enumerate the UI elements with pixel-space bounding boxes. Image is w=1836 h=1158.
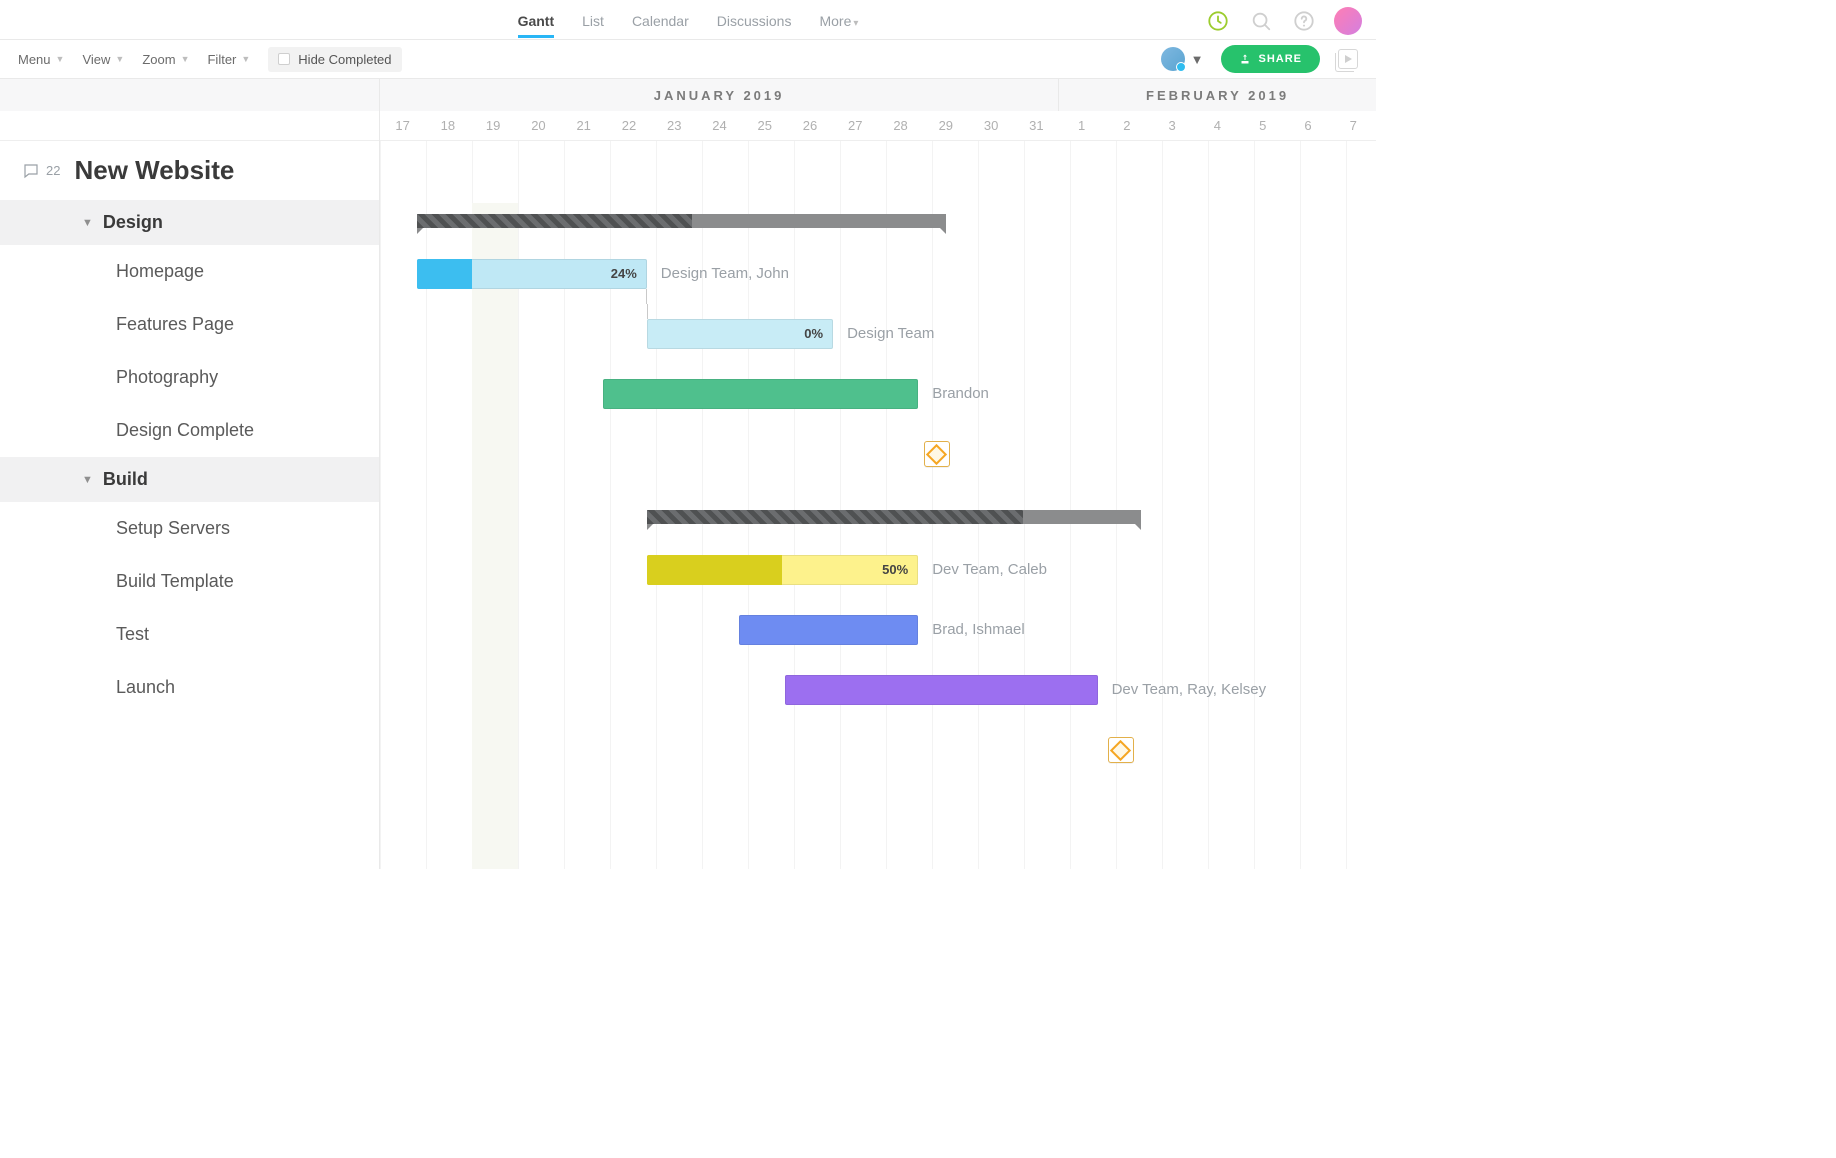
main: 22 New Website ▼ Design HomepageFeatures P… <box>0 79 1376 869</box>
day-cell: 7 <box>1331 111 1376 140</box>
milestone[interactable] <box>1108 737 1134 763</box>
day-cell: 23 <box>652 111 697 140</box>
grid-lines <box>380 141 1376 869</box>
nav-tab-more[interactable]: More▾ <box>819 1 858 38</box>
day-cell: 3 <box>1150 111 1195 140</box>
group-header[interactable]: ▼ Design <box>0 200 379 245</box>
task-list-panel: 22 New Website ▼ Design HomepageFeatures P… <box>0 79 380 869</box>
gantt-chart[interactable]: JANUARY 2019FEBRUARY 2019 17181920212223… <box>380 79 1376 869</box>
group-name: Design <box>103 212 163 233</box>
share-icon <box>1239 53 1251 65</box>
day-cell: 27 <box>833 111 878 140</box>
nav-tab-gantt[interactable]: Gantt <box>518 1 555 38</box>
task-assignees: Design Team, John <box>661 259 789 289</box>
task-row[interactable]: Homepage <box>0 245 379 298</box>
task-row[interactable]: Photography <box>0 351 379 404</box>
toolbar: Menu▼View▼Zoom▼Filter▼ Hide Completed ▼ … <box>0 40 1376 79</box>
nav-tab-discussions[interactable]: Discussions <box>717 1 792 38</box>
day-cell: 18 <box>425 111 470 140</box>
summary-bar[interactable] <box>417 214 946 228</box>
day-cell: 31 <box>1014 111 1059 140</box>
top-nav: Gantt List Calendar Discussions More▾ <box>0 0 1376 40</box>
group-header[interactable]: ▼ Build <box>0 457 379 502</box>
day-cell: 24 <box>697 111 742 140</box>
task-row[interactable]: Design Complete <box>0 404 379 457</box>
task-bar[interactable]: 0% <box>647 319 833 349</box>
summary-bar[interactable] <box>647 510 1142 524</box>
day-cell: 20 <box>516 111 561 140</box>
nav-tab-calendar[interactable]: Calendar <box>632 1 689 38</box>
day-cell: 29 <box>923 111 968 140</box>
day-cell: 19 <box>471 111 516 140</box>
nav-tab-list[interactable]: List <box>582 1 604 38</box>
day-cell: 30 <box>968 111 1013 140</box>
play-icon <box>1343 54 1353 64</box>
toolbar-items: Menu▼ View▼ Zoom▼ Filter▼ <box>18 52 250 67</box>
task-assignees: Dev Team, Caleb <box>932 555 1047 585</box>
day-cell: 6 <box>1285 111 1330 140</box>
project-title[interactable]: New Website <box>74 155 234 186</box>
chevron-down-icon: ▼ <box>82 217 93 229</box>
collaborator-avatar <box>1161 47 1185 71</box>
group-name: Build <box>103 469 148 490</box>
user-avatar[interactable] <box>1334 7 1362 35</box>
task-row[interactable]: Launch <box>0 661 379 714</box>
task-bar[interactable]: 50% <box>647 555 918 585</box>
day-cell: 26 <box>787 111 832 140</box>
hide-completed-toggle[interactable]: Hide Completed <box>268 47 401 72</box>
chevron-down-icon: ▼ <box>1191 52 1204 67</box>
hide-completed-label: Hide Completed <box>298 52 391 67</box>
share-label: SHARE <box>1258 53 1302 65</box>
task-pct: 0% <box>804 319 823 349</box>
month-label: FEBRUARY 2019 <box>1059 79 1376 111</box>
top-nav-right <box>1205 7 1362 35</box>
task-pct: 24% <box>611 259 637 289</box>
day-cell: 28 <box>878 111 923 140</box>
nav-tabs: Gantt List Calendar Discussions More▾ <box>518 1 859 38</box>
task-assignees: Design Team <box>847 319 934 349</box>
day-cell: 22 <box>606 111 651 140</box>
task-row[interactable]: Features Page <box>0 298 379 351</box>
toolbar-view[interactable]: View▼ <box>82 52 124 67</box>
task-row[interactable]: Test <box>0 608 379 661</box>
task-assignees: Brandon <box>932 379 989 409</box>
task-row[interactable]: Setup Servers <box>0 502 379 555</box>
comments-button[interactable]: 22 <box>22 162 60 180</box>
comment-count: 22 <box>46 163 60 178</box>
task-bar[interactable]: 24% <box>417 259 647 289</box>
collaborator-picker[interactable]: ▼ <box>1161 47 1204 71</box>
chevron-down-icon: ▼ <box>82 474 93 486</box>
day-cell: 4 <box>1195 111 1240 140</box>
day-cell: 17 <box>380 111 425 140</box>
clock-icon[interactable] <box>1205 9 1230 34</box>
task-assignees: Brad, Ishmael <box>932 615 1025 645</box>
help-icon[interactable] <box>1291 9 1316 34</box>
project-header: 22 New Website <box>0 141 379 200</box>
checkbox-icon <box>278 53 290 65</box>
month-header: JANUARY 2019FEBRUARY 2019 <box>380 79 1376 111</box>
present-button[interactable] <box>1338 49 1358 69</box>
comment-icon <box>22 162 40 180</box>
task-row[interactable]: Build Template <box>0 555 379 608</box>
toolbar-filter[interactable]: Filter▼ <box>207 52 250 67</box>
task-bar[interactable] <box>739 615 918 645</box>
search-icon[interactable] <box>1248 9 1273 34</box>
task-assignees: Dev Team, Ray, Kelsey <box>1112 675 1267 705</box>
toolbar-menu[interactable]: Menu▼ <box>18 52 64 67</box>
share-button[interactable]: SHARE <box>1221 45 1320 73</box>
day-header: 1718192021222324252627282930311234567 <box>380 111 1376 141</box>
day-cell: 5 <box>1240 111 1285 140</box>
toolbar-zoom[interactable]: Zoom▼ <box>142 52 189 67</box>
task-pct: 50% <box>882 555 908 585</box>
task-bar[interactable] <box>603 379 918 409</box>
month-label: JANUARY 2019 <box>380 79 1059 111</box>
day-cell: 1 <box>1059 111 1104 140</box>
day-cell: 25 <box>742 111 787 140</box>
milestone[interactable] <box>924 441 950 467</box>
task-bar[interactable] <box>785 675 1098 705</box>
day-cell: 2 <box>1104 111 1149 140</box>
day-cell: 21 <box>561 111 606 140</box>
